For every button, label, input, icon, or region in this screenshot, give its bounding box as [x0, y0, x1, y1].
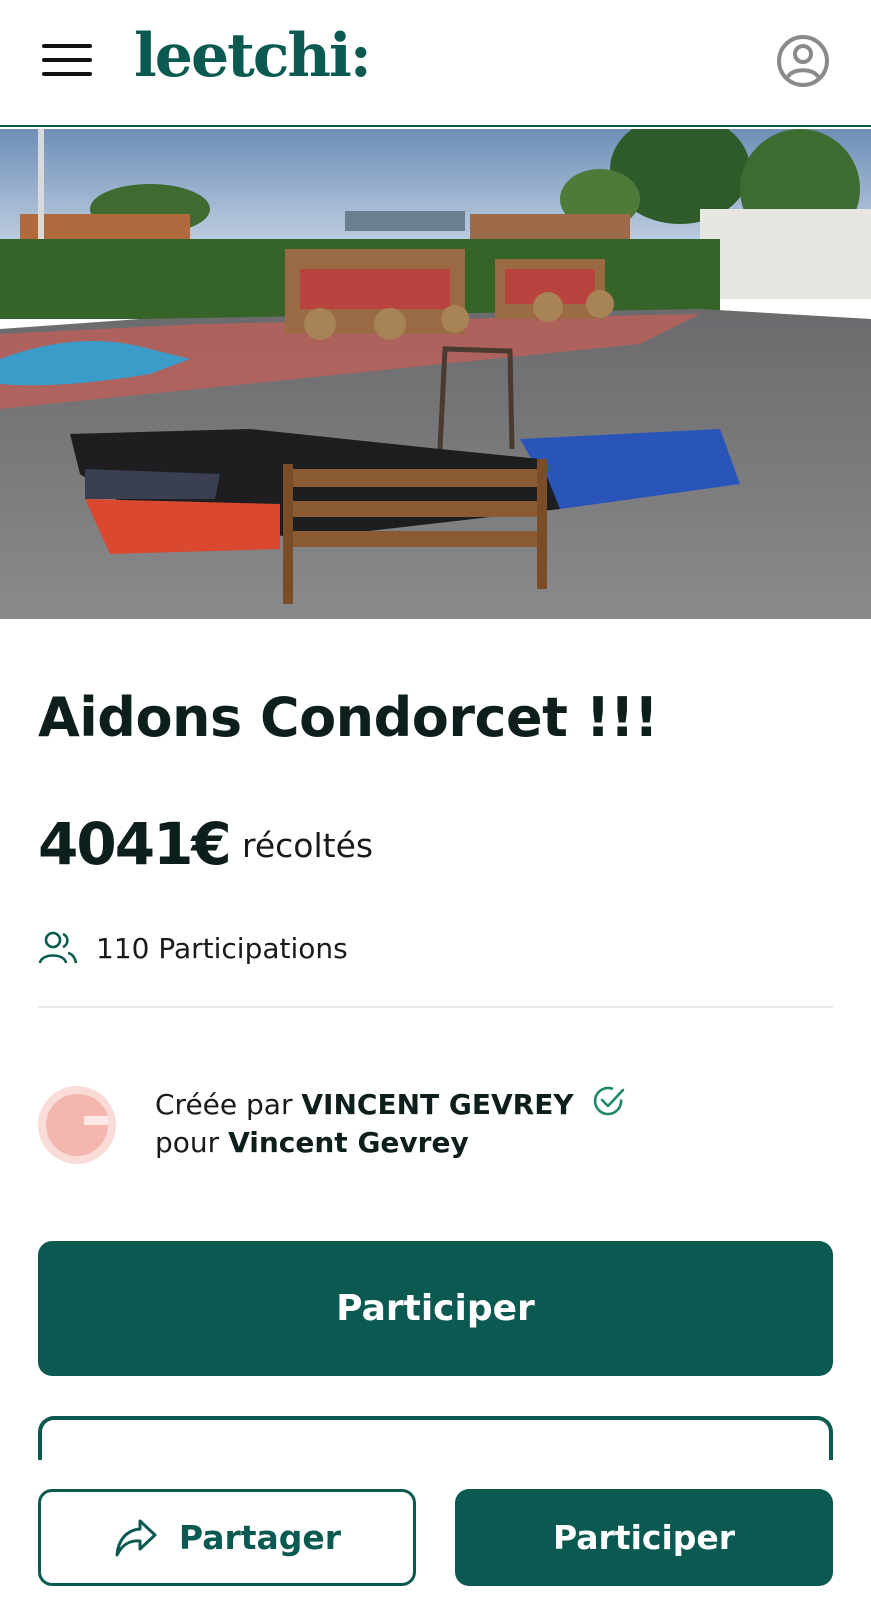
share-label: Partager	[178, 1518, 342, 1557]
creator-avatar	[38, 1086, 116, 1164]
top-bar: leetchi:	[0, 0, 871, 127]
leetchi-e-logo-icon	[38, 1086, 116, 1164]
participate-button[interactable]: Participer	[38, 1241, 833, 1376]
beneficiary-prefix: pour	[155, 1126, 220, 1159]
share-arrow-icon	[115, 1519, 157, 1556]
creator-prefix: Créée par	[155, 1088, 293, 1121]
campaign-title: Aidons Condorcet !!!	[38, 686, 659, 749]
amount-raised-label: récoltés	[242, 826, 374, 865]
participations-count: 110 Participations	[96, 931, 348, 965]
campaign-hero-image	[0, 129, 871, 619]
participate-bottom-button[interactable]: Participer	[455, 1489, 833, 1586]
beneficiary-line: pour Vincent Gevrey	[155, 1126, 469, 1159]
creator-line: Créée par VINCENT GEVREY	[155, 1086, 626, 1121]
verified-check-icon	[593, 1086, 624, 1115]
hamburger-menu-icon[interactable]	[42, 42, 92, 78]
divider	[38, 1006, 833, 1008]
people-icon	[38, 931, 78, 964]
share-button[interactable]: Partager	[38, 1489, 416, 1586]
creator-name: VINCENT GEVREY	[301, 1088, 574, 1121]
amount-raised: 4041€	[38, 810, 232, 878]
participations-row: 110 Participations	[38, 928, 348, 968]
beneficiary-name: Vincent Gevrey	[228, 1126, 469, 1159]
user-circle-icon[interactable]	[776, 34, 830, 88]
leetchi-logo[interactable]: leetchi:	[134, 18, 372, 94]
hero-photo	[0, 129, 871, 619]
